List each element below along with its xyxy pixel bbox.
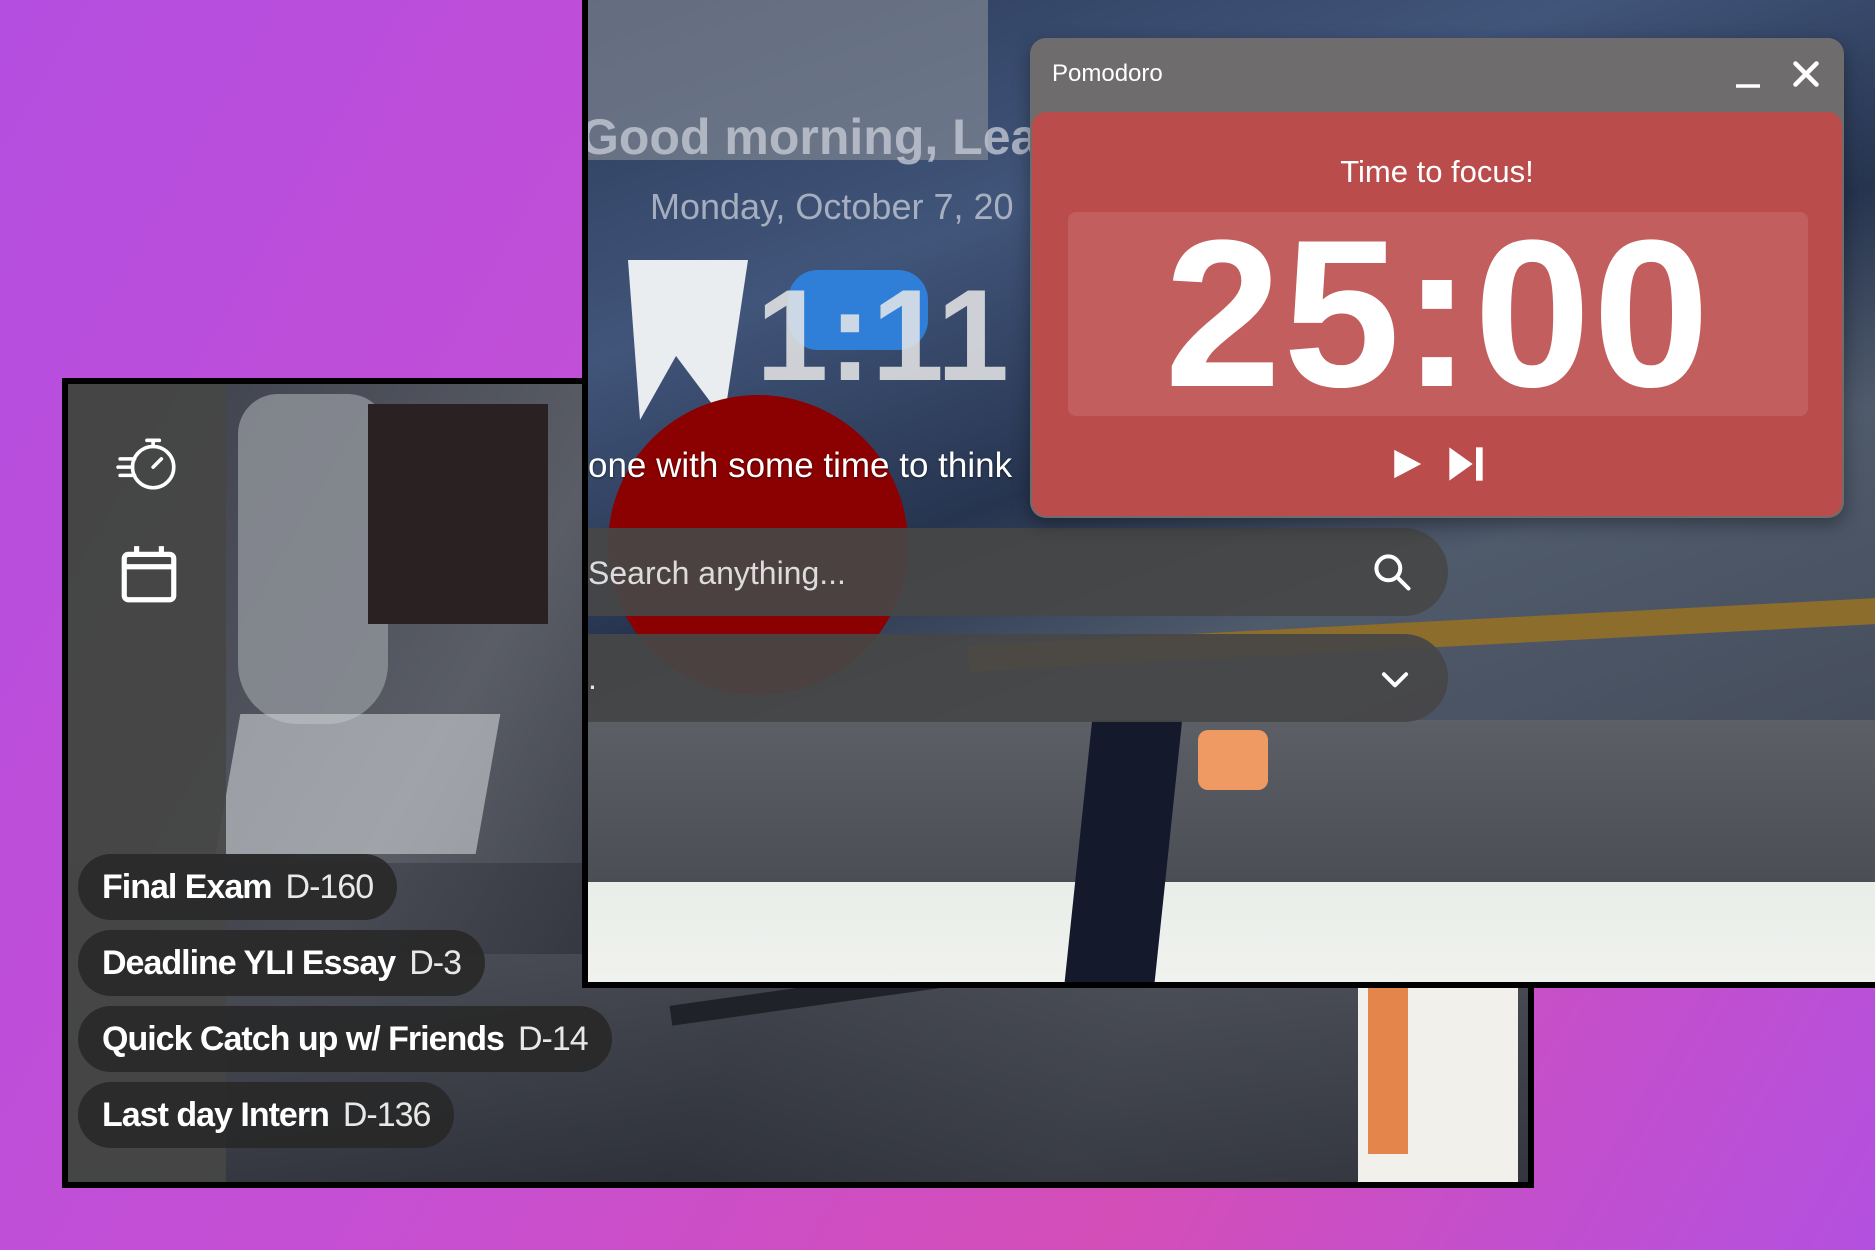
countdown-item[interactable]: Last day Intern D-136 [78,1082,455,1148]
skip-icon[interactable] [1446,444,1486,484]
timer-display: 25:00 [1068,209,1808,419]
pomodoro-window: Pomodoro Time to focus! 25:00 [1030,38,1844,518]
countdown-title: Last day Intern [102,1096,330,1134]
countdown-days: D-160 [285,868,375,906]
quote-text: one with some time to think [588,446,1013,485]
greeting: Good morning, Learn [582,109,1089,165]
dropdown-value: . [588,660,597,696]
countdown-title: Final Exam [102,868,273,906]
countdown-days: D-14 [517,1020,589,1058]
countdown-days: D-136 [342,1096,432,1134]
date-text: Monday, October 7, 20 [650,186,1014,227]
countdown-title: Quick Catch up w/ Friends [102,1020,505,1058]
play-icon[interactable] [1390,444,1424,484]
countdown-item[interactable]: Deadline YLI Essay D-3 [78,930,485,996]
countdown-item[interactable]: Final Exam D-160 [78,854,398,920]
window-title: Pomodoro [1052,60,1163,87]
close-icon[interactable] [1788,56,1824,92]
minimize-icon[interactable] [1730,56,1766,92]
search-bar [588,528,1448,618]
search-engine-dropdown[interactable]: . [588,634,1448,722]
clock: 1:11 [756,262,1010,408]
countdown-days: D-3 [409,944,462,982]
search-icon[interactable] [1370,550,1414,594]
countdown-title: Deadline YLI Essay [102,944,396,982]
timer-icon[interactable] [116,430,182,496]
focus-message: Time to focus! [1340,154,1534,189]
chevron-down-icon[interactable] [1376,660,1414,698]
calendar-icon[interactable] [116,542,182,608]
countdown-item[interactable]: Quick Catch up w/ Friends D-14 [78,1006,612,1072]
countdown-list: Final Exam D-160 Deadline YLI Essay D-3 Qu… [78,854,612,1158]
pomodoro-panel: Time to focus! 25:00 [1032,112,1842,516]
search-input[interactable] [588,528,1350,618]
